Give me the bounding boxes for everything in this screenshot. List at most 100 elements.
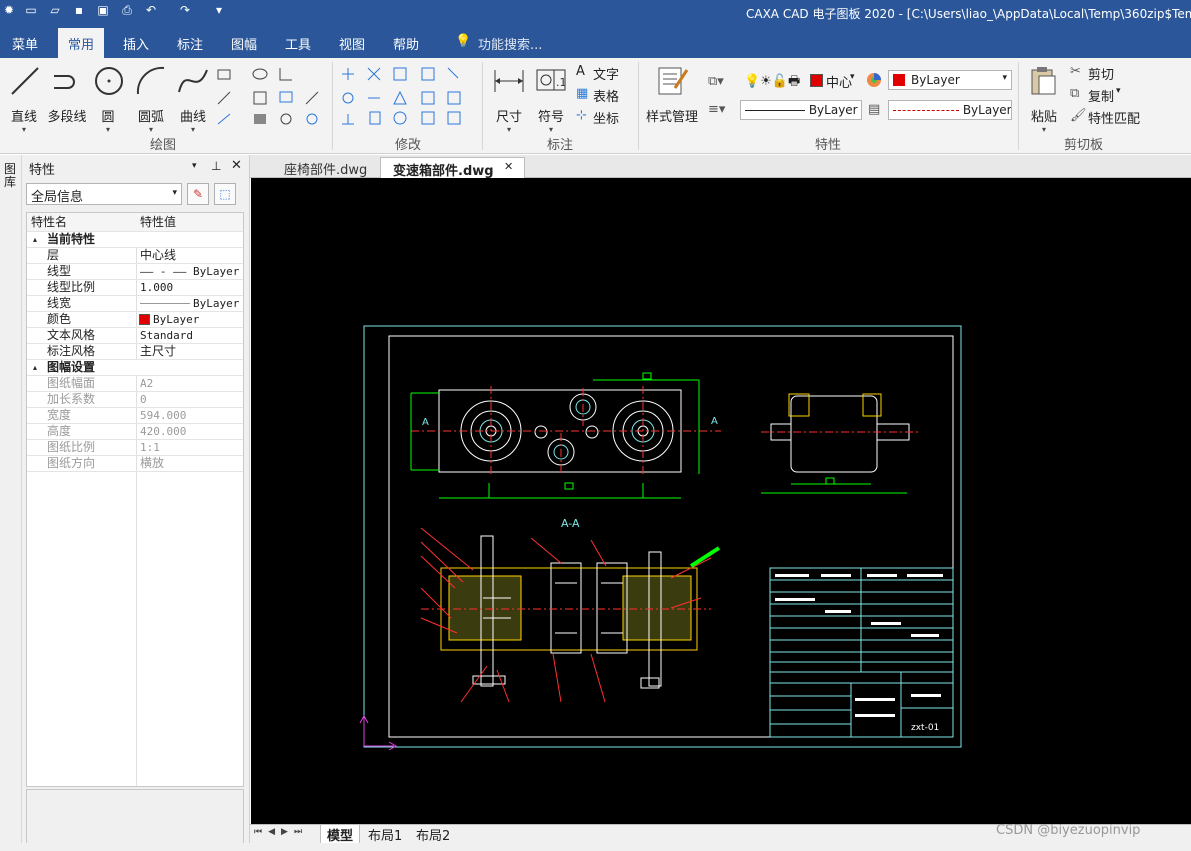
modify-tools-icon[interactable] — [338, 64, 474, 128]
property-name: 图纸幅面 — [47, 376, 96, 390]
tab-menu[interactable]: 菜单 — [12, 34, 38, 53]
separator — [332, 62, 333, 150]
separator — [638, 62, 639, 150]
description-pane — [26, 789, 244, 845]
color-dropdown[interactable]: ByLayer ▾ — [888, 70, 1012, 90]
tab-help[interactable]: 帮助 — [393, 34, 419, 53]
close-tab-icon[interactable]: ✕ — [504, 160, 513, 173]
copy-icon[interactable]: ⧉ — [1070, 86, 1079, 101]
customize-qa-icon[interactable]: ▾ — [212, 3, 226, 17]
layout-tab-2[interactable]: 布局2 — [416, 825, 450, 844]
tab-insert[interactable]: 插入 — [123, 34, 149, 53]
copy-chevron-down-icon[interactable]: ▾ — [1116, 86, 1121, 96]
layer-dropdown-caret[interactable]: ▾ — [850, 72, 855, 82]
coord-icon[interactable]: ⊹ — [576, 108, 587, 123]
tab-common[interactable]: 常用 — [58, 28, 105, 58]
arc-button[interactable]: 圆弧 ▾ — [134, 64, 168, 135]
text-button[interactable]: 文字 — [593, 64, 619, 83]
category-sheet[interactable]: ▴ 图幅设置 — [27, 360, 243, 376]
table-button[interactable]: 表格 — [593, 86, 619, 105]
polyline-button[interactable]: 多段线 — [46, 64, 88, 125]
doc-tab-gearbox[interactable]: 变速箱部件.dwg — [380, 157, 525, 179]
close-icon[interactable]: ✕ — [231, 158, 242, 173]
undo-icon[interactable]: ↶ — [144, 3, 158, 17]
drawing-svg: A A A-A zxt-01 — [359, 325, 962, 751]
property-row[interactable]: 线宽 ByLayer — [27, 296, 243, 312]
redo-icon[interactable]: ↷ — [178, 3, 192, 17]
draw-small-tools-icon[interactable] — [214, 64, 324, 128]
property-row[interactable]: 文本风格 Standard — [27, 328, 243, 344]
panel-menu-icon[interactable]: ▾ — [192, 161, 197, 171]
linetype-dropdown-value: ByLayer — [808, 103, 858, 117]
symbol-icon: .1 — [536, 69, 567, 91]
paste-button[interactable]: 粘贴 ▾ — [1026, 64, 1062, 135]
property-row[interactable]: 颜色 ByLayer — [27, 312, 243, 328]
linetype-preview — [745, 110, 805, 111]
category-current[interactable]: ▴ 当前特性 — [27, 232, 243, 248]
app-icon[interactable]: ✹ — [2, 3, 16, 17]
linetype-dropdown[interactable]: ByLayer — [740, 100, 862, 120]
lineweight-dropdown[interactable]: ByLayer — [888, 100, 1012, 120]
doc-tab-seat[interactable]: 座椅部件.dwg — [272, 157, 379, 178]
layer-color-swatch — [810, 74, 823, 87]
property-row[interactable]: 线型 —— - —— ByLayer — [27, 264, 243, 280]
separator — [482, 62, 483, 150]
symbol-button[interactable]: .1 符号 ▾ — [534, 64, 568, 135]
tab-sheet[interactable]: 图幅 — [231, 34, 257, 53]
property-value: ByLayer — [153, 313, 200, 326]
circle-button[interactable]: 圆 ▾ — [92, 64, 124, 135]
style-manager-button[interactable]: 样式管理 — [644, 64, 700, 125]
property-row[interactable]: 线型比例 1.000 — [27, 280, 243, 296]
tab-annotate[interactable]: 标注 — [177, 34, 203, 53]
property-row: 图纸幅面 A2 — [27, 376, 243, 392]
property-name: 宽度 — [47, 408, 72, 422]
dimension-button[interactable]: 尺寸 ▾ — [492, 64, 526, 135]
copy-button[interactable]: 复制 — [1088, 86, 1114, 105]
status-bar — [0, 843, 1191, 851]
feature-search[interactable]: 功能搜索... — [478, 34, 542, 53]
circle-icon — [95, 67, 123, 95]
color-wheel-icon[interactable] — [866, 72, 882, 88]
property-value: A2 — [140, 377, 154, 390]
select-objects-icon[interactable]: ⬚ — [214, 183, 236, 205]
layout-tab-model[interactable]: 模型 — [320, 825, 361, 845]
cut-button[interactable]: 剪切 — [1088, 64, 1114, 83]
cut-icon[interactable]: ✂ — [1070, 64, 1081, 79]
coord-button[interactable]: 坐标 — [593, 108, 619, 127]
layer-dropdown[interactable]: 中心 — [826, 72, 852, 91]
linetype-icon[interactable]: ≡▾ — [708, 102, 725, 117]
save-all-icon[interactable]: ▣ — [96, 3, 110, 17]
selection-dropdown[interactable]: 全局信息 ▾ — [26, 183, 182, 205]
collapse-icon[interactable]: ▴ — [33, 360, 37, 375]
match-properties-button[interactable]: 特性匹配 — [1088, 108, 1140, 127]
drawing-canvas[interactable]: A A A-A zxt-01 — [251, 178, 1191, 824]
save-icon[interactable]: ▪ — [72, 3, 86, 17]
circle-label: 圆 — [101, 110, 115, 125]
match-icon[interactable]: 🖌 — [1070, 108, 1087, 123]
quick-select-icon[interactable]: ✎ — [187, 183, 209, 205]
text-icon[interactable]: A — [576, 64, 585, 79]
layout-nav-icons[interactable]: ⏮◀▶⏭ — [254, 827, 308, 837]
open-file-icon[interactable]: ▱ — [48, 3, 62, 17]
title-block: zxt-01 — [769, 567, 954, 738]
category-label: 图幅设置 — [47, 360, 96, 374]
layout-tab-1[interactable]: 布局1 — [368, 825, 402, 844]
ucs-icon — [359, 714, 398, 751]
library-tab[interactable]: 图库 — [4, 163, 18, 189]
table-icon[interactable]: ▦ — [576, 86, 588, 101]
collapse-icon[interactable]: ▴ — [33, 232, 37, 247]
property-row[interactable]: 层 中心线 — [27, 248, 243, 264]
line-button[interactable]: 直线 ▾ — [8, 64, 40, 135]
property-row[interactable]: 标注风格 主尺寸 — [27, 344, 243, 360]
curve-button[interactable]: 曲线 ▾ — [176, 64, 210, 135]
print-icon[interactable]: ⎙ — [120, 3, 134, 17]
tab-view[interactable]: 视图 — [339, 34, 365, 53]
properties-panel: 图库 特性 ▾ ⊥ ✕ 全局信息 ▾ ✎ ⬚ 特性名 特性值 ▴ 当前特性 层 中心… — [0, 155, 250, 851]
new-file-icon[interactable]: ▭ — [24, 3, 38, 17]
layer-state-icons[interactable]: 💡☀🔓🖶 — [744, 72, 800, 94]
layer-manager-icon[interactable]: ⧉▾ — [708, 74, 724, 89]
property-row: 加长系数 0 — [27, 392, 243, 408]
pin-icon[interactable]: ⊥ — [211, 159, 221, 173]
tab-tools[interactable]: 工具 — [285, 34, 311, 53]
annotate-group-label: 标注 — [547, 138, 574, 153]
